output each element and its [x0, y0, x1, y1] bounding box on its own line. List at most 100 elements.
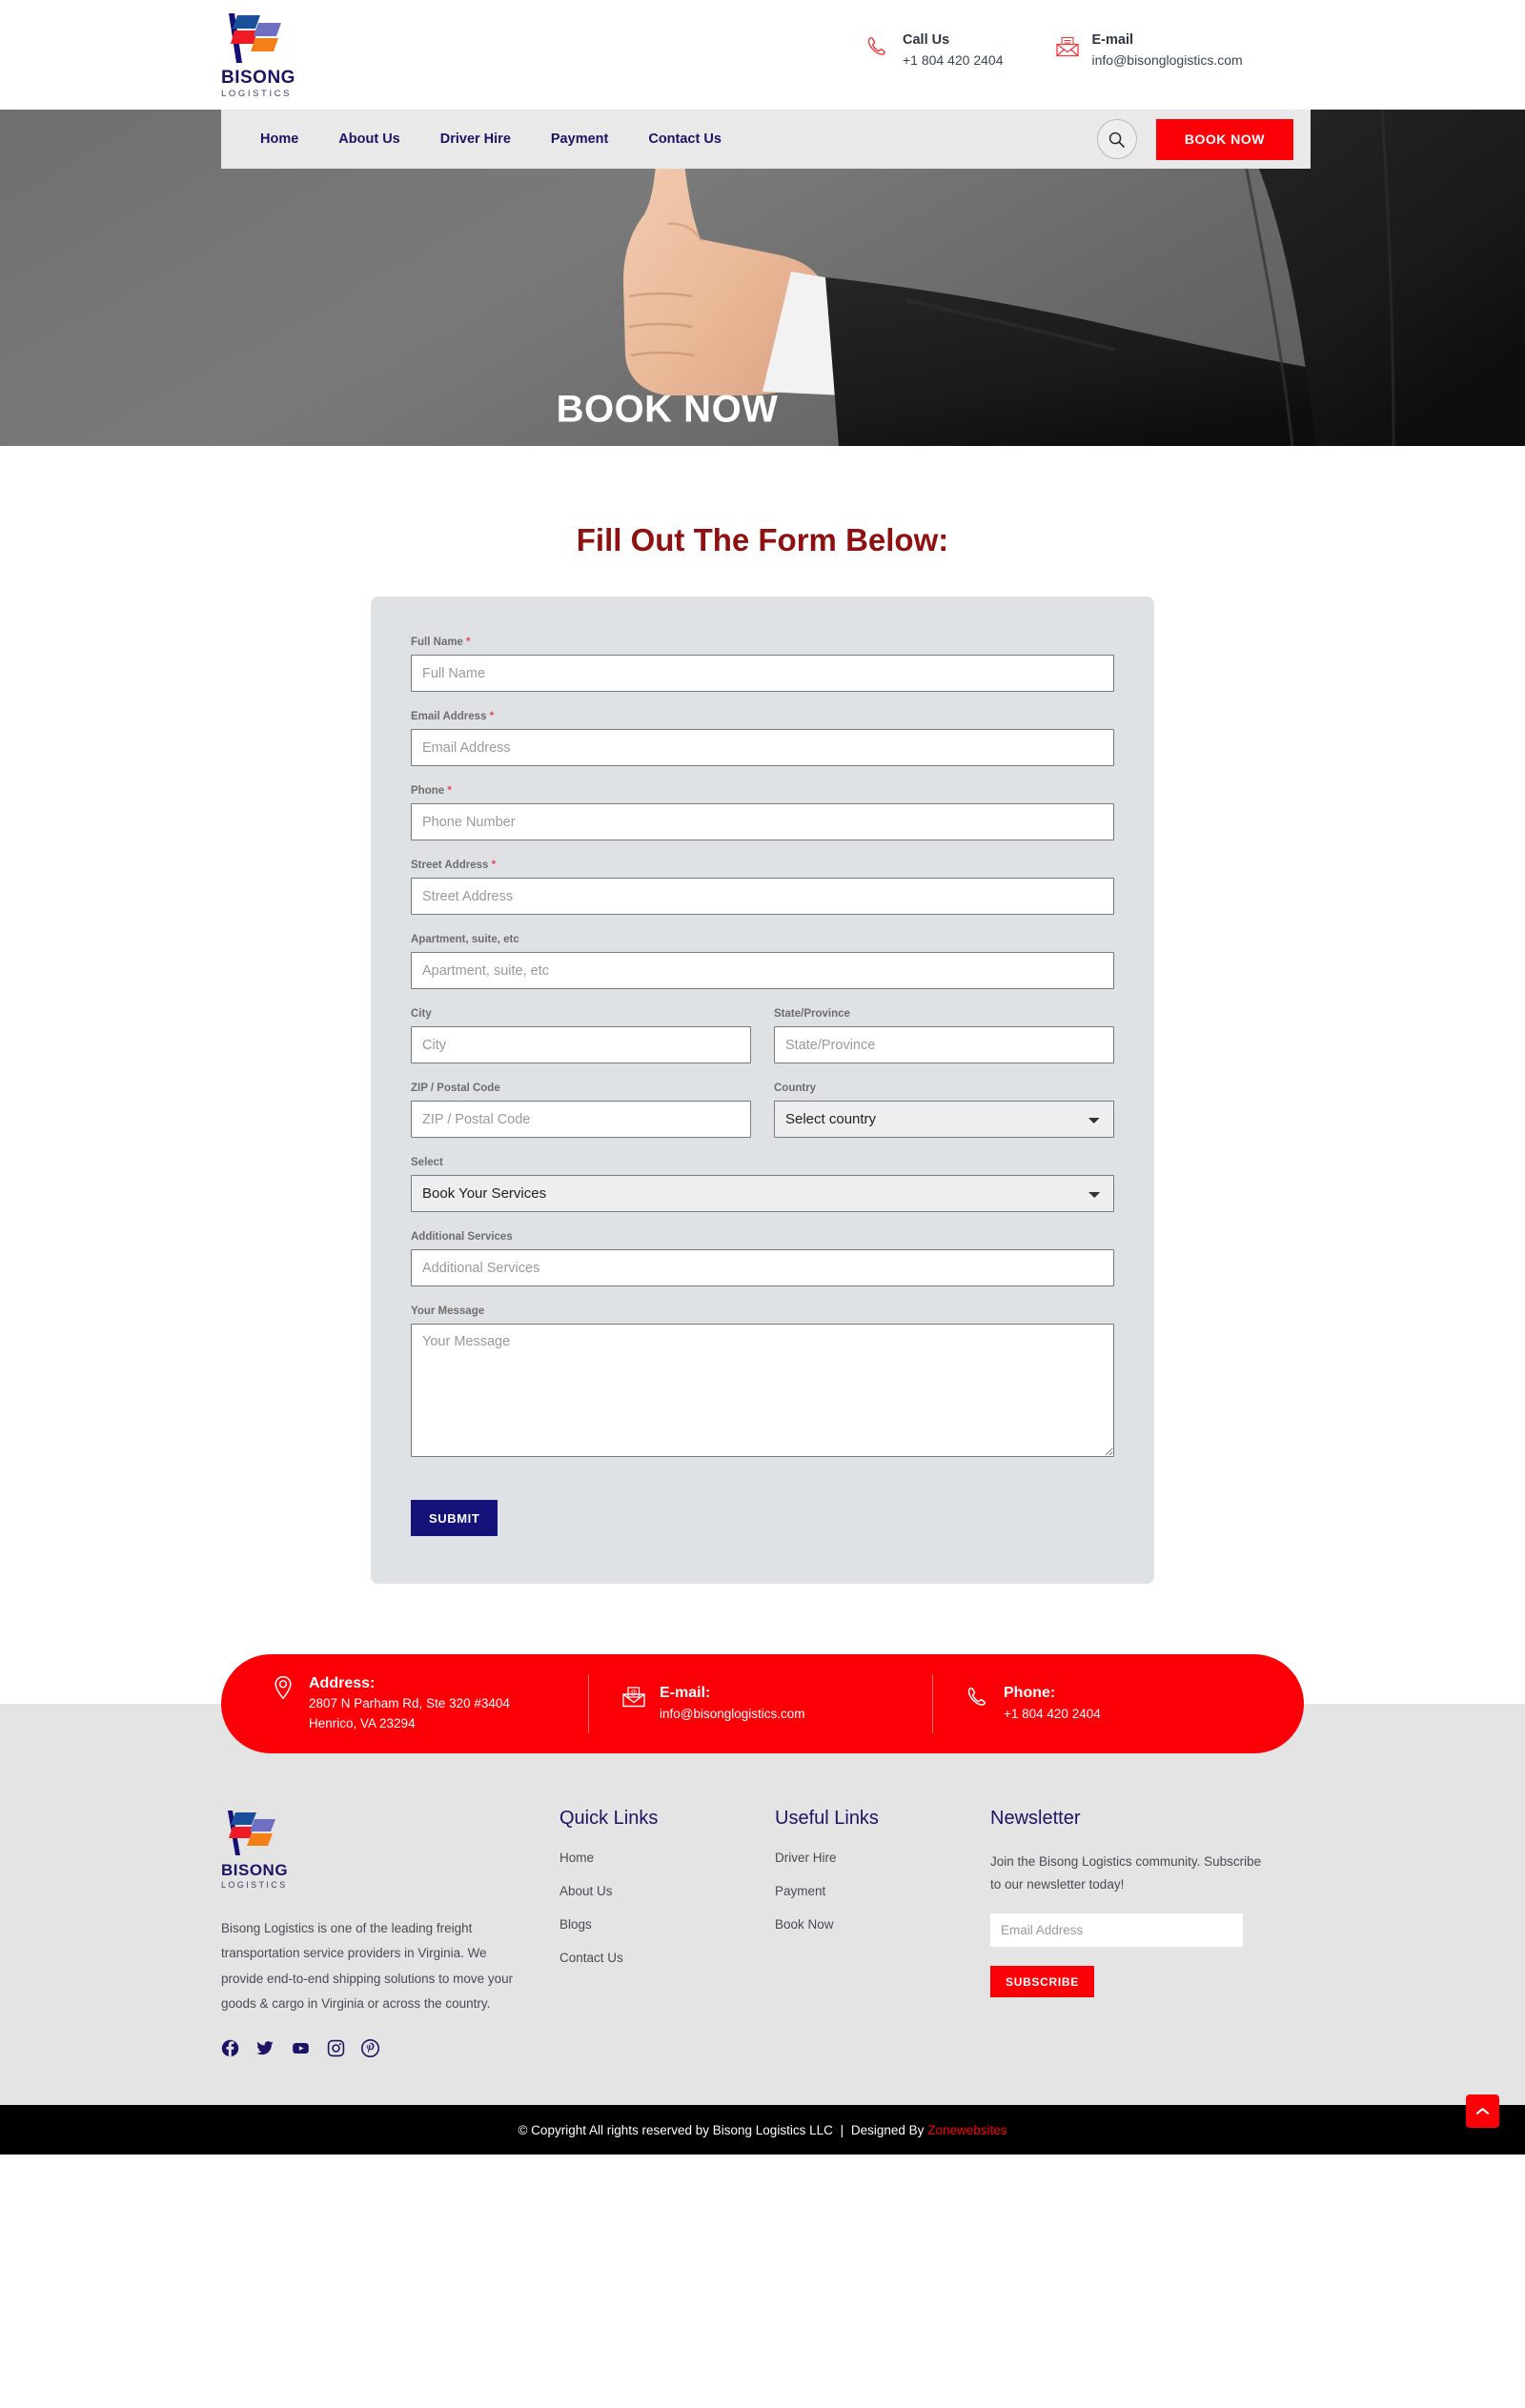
quick-links-heading: Quick Links: [559, 1808, 659, 1829]
header-email-address: info@bisonglogistics.com: [1091, 51, 1243, 68]
phone-icon: [967, 1688, 986, 1707]
quick-link-blogs[interactable]: Blogs: [559, 1917, 775, 1932]
phone-input[interactable]: [411, 803, 1114, 840]
nav-actions: BOOK NOW: [1096, 118, 1293, 160]
label-select: Select: [411, 1157, 443, 1168]
instagram-icon[interactable]: [327, 2039, 345, 2057]
strip-email[interactable]: @ E-mail: info@bisonglogistics.com: [589, 1683, 932, 1724]
service-select[interactable]: Book Your Services: [411, 1175, 1114, 1212]
street-address-input[interactable]: [411, 878, 1114, 915]
copyright-text: © Copyright All rights reserved by Bison…: [518, 2123, 1006, 2137]
footer-quick-links-column: Quick Links Home About Us Blogs Contact …: [559, 1808, 775, 2057]
field-email: Email Address *: [411, 711, 1114, 766]
header-call-number: +1 804 420 2404: [903, 51, 1004, 68]
label-phone: Phone *: [411, 785, 452, 797]
newsletter-text: Join the Bisong Logistics community. Sub…: [990, 1854, 1262, 1892]
copyright-bar: © Copyright All rights reserved by Bison…: [0, 2094, 1525, 2155]
youtube-icon[interactable]: [291, 2039, 311, 2057]
field-select-service: Select Book Your Services: [411, 1157, 1114, 1212]
quick-link-home[interactable]: Home: [559, 1851, 775, 1865]
envelope-at-icon: @: [622, 1687, 645, 1708]
booking-form-card: Full Name * Email Address * Phone * Stre…: [371, 597, 1154, 1584]
location-pin-icon: [274, 1675, 292, 1700]
label-full-name: Full Name *: [411, 637, 471, 648]
site-logo[interactable]: BISONG LOGISTICS: [221, 10, 326, 99]
header-call-label: Call Us: [903, 32, 950, 48]
additional-services-input[interactable]: [411, 1249, 1114, 1286]
useful-link-driver-hire[interactable]: Driver Hire: [775, 1851, 990, 1865]
designer-link[interactable]: Zonewebsites: [927, 2123, 1006, 2137]
label-email: Email Address *: [411, 711, 495, 722]
required-marker: *: [466, 637, 471, 648]
required-marker: *: [491, 860, 497, 871]
main-navigation: Home About Us Driver Hire Payment Contac…: [221, 110, 1311, 169]
quick-link-about-us[interactable]: About Us: [559, 1884, 775, 1898]
search-button[interactable]: [1096, 119, 1137, 159]
field-additional-services: Additional Services: [411, 1231, 1114, 1286]
label-state: State/Province: [774, 1008, 850, 1020]
city-input[interactable]: [411, 1026, 751, 1063]
strip-address: Address: 2807 N Parham Rd, Ste 320 #3404…: [221, 1673, 588, 1734]
country-select[interactable]: Select country: [774, 1101, 1114, 1138]
useful-link-payment[interactable]: Payment: [775, 1884, 990, 1898]
logo-wordmark: BISONG: [221, 68, 295, 88]
state-input[interactable]: [774, 1026, 1114, 1063]
field-full-name: Full Name *: [411, 637, 1114, 692]
envelope-icon: [1055, 36, 1079, 57]
footer-logo[interactable]: BISONG LOGISTICS: [221, 1808, 531, 1890]
site-footer: BISONG LOGISTICS Bisong Logistics is one…: [0, 1755, 1525, 2106]
nav-item-home[interactable]: Home: [240, 132, 318, 147]
footer-newsletter-column: Newsletter Join the Bisong Logistics com…: [990, 1808, 1267, 2057]
field-state: State/Province: [774, 1008, 1114, 1063]
bisong-flag-logo-icon: [228, 1811, 275, 1855]
footer-useful-links-column: Useful Links Driver Hire Payment Book No…: [775, 1808, 990, 2057]
footer-logo-wordmark: BISONG: [221, 1861, 289, 1879]
header-call-us[interactable]: Call Us +1 804 420 2404: [865, 31, 1004, 71]
twitter-icon[interactable]: [255, 2039, 274, 2057]
message-textarea[interactable]: [411, 1324, 1114, 1457]
designed-by-label: Designed By: [850, 2122, 925, 2137]
submit-button[interactable]: SUBMIT: [411, 1500, 498, 1536]
chevron-up-icon: [1475, 2108, 1490, 2115]
apartment-input[interactable]: [411, 952, 1114, 989]
social-links: [221, 2039, 531, 2058]
useful-link-book-now[interactable]: Book Now: [775, 1917, 990, 1932]
nav-links: Home About Us Driver Hire Payment Contac…: [240, 132, 742, 147]
label-street-address: Street Address *: [411, 860, 497, 871]
label-apartment: Apartment, suite, etc: [411, 934, 519, 945]
full-name-input[interactable]: [411, 655, 1114, 692]
row-city-state: City State/Province: [411, 1008, 1114, 1083]
field-city: City: [411, 1008, 751, 1063]
nav-item-about-us[interactable]: About Us: [318, 132, 419, 147]
svg-text:@: @: [630, 1690, 637, 1697]
field-country: Country Select country: [774, 1083, 1114, 1138]
facebook-icon[interactable]: [221, 2039, 239, 2057]
header-email[interactable]: E-mail info@bisonglogistics.com: [1055, 31, 1243, 71]
footer-logo-tagline: LOGISTICS: [221, 1880, 288, 1890]
newsletter-email-input[interactable]: [990, 1913, 1243, 1948]
quick-link-contact-us[interactable]: Contact Us: [559, 1951, 775, 1965]
nav-item-payment[interactable]: Payment: [531, 132, 628, 147]
strip-phone-value: +1 804 420 2404: [1004, 1706, 1101, 1721]
nav-item-contact-us[interactable]: Contact Us: [628, 132, 742, 147]
phone-icon: [867, 37, 885, 55]
contact-strip-wrapper: Address: 2807 N Parham Rd, Ste 320 #3404…: [0, 1641, 1525, 1755]
search-icon: [1109, 132, 1126, 148]
label-zip: ZIP / Postal Code: [411, 1083, 500, 1094]
strip-email-title: E-mail:: [660, 1685, 711, 1702]
zip-input[interactable]: [411, 1101, 751, 1138]
scroll-to-top-button[interactable]: [1466, 2094, 1499, 2129]
field-zip: ZIP / Postal Code: [411, 1083, 751, 1138]
header-contact-group: Call Us +1 804 420 2404 E-mail info@biso…: [865, 31, 1243, 71]
footer-brand-column: BISONG LOGISTICS Bisong Logistics is one…: [221, 1808, 559, 2058]
nav-item-driver-hire[interactable]: Driver Hire: [420, 132, 531, 147]
pinterest-icon[interactable]: [361, 2039, 379, 2058]
email-input[interactable]: [411, 729, 1114, 766]
strip-email-value: info@bisonglogistics.com: [660, 1706, 805, 1721]
bisong-flag-logo-icon: [229, 13, 281, 63]
subscribe-button[interactable]: SUBSCRIBE: [990, 1966, 1094, 1998]
field-street-address: Street Address *: [411, 860, 1114, 915]
book-now-button[interactable]: BOOK NOW: [1155, 118, 1293, 160]
strip-phone[interactable]: Phone: +1 804 420 2404: [933, 1683, 1248, 1724]
field-message: Your Message: [411, 1305, 1114, 1462]
